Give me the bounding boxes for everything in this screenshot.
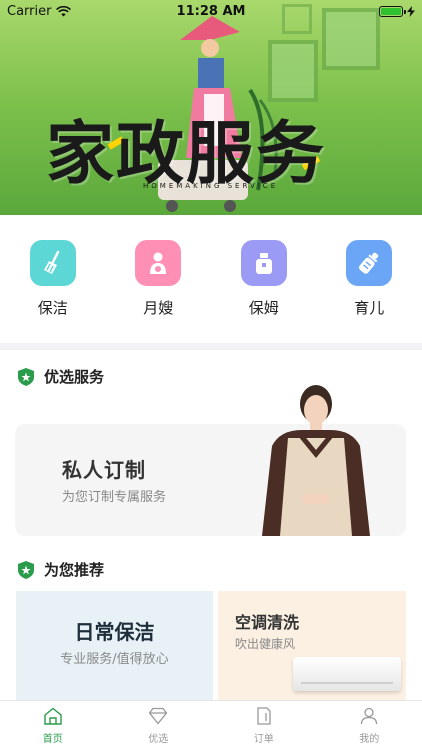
- section-divider: [0, 343, 422, 350]
- housekeeper-icon: [240, 240, 287, 286]
- star-badge-icon: [18, 367, 34, 386]
- category-label: 保姆: [248, 299, 279, 317]
- air-conditioner-image: [293, 657, 401, 691]
- category-row: 保洁 月嫂 保姆 育儿: [0, 215, 422, 343]
- section-title: 为您推荐: [44, 561, 105, 579]
- user-icon: [361, 707, 378, 724]
- category-cleaning[interactable]: 保洁: [8, 240, 98, 318]
- status-bar: Carrier 11:28 AM: [0, 0, 422, 22]
- tab-profile[interactable]: 我的: [329, 707, 409, 745]
- card-subtitle: 专业服务/值得放心: [60, 652, 169, 667]
- baby-bottle-icon: [346, 240, 393, 286]
- banner-subtitle: HOMEMAKING SERVICE: [143, 182, 279, 190]
- category-label: 月嫂: [143, 299, 174, 317]
- category-label: 育儿: [354, 299, 385, 317]
- section-title: 优选服务: [44, 368, 105, 386]
- staff-photo: [262, 385, 370, 536]
- charging-icon: [407, 5, 415, 17]
- category-nanny[interactable]: 保姆: [219, 240, 309, 318]
- tab-label: 首页: [42, 733, 63, 745]
- tab-orders[interactable]: 订单: [224, 706, 304, 745]
- bottom-tab-bar: 首页 优选 订单 我的: [0, 700, 422, 750]
- star-badge-icon: [18, 560, 34, 579]
- category-childcare[interactable]: 育儿: [324, 240, 414, 318]
- tab-featured[interactable]: 优选: [118, 707, 198, 745]
- mother-baby-icon: [135, 240, 182, 286]
- featured-section-header: 优选服务: [18, 366, 104, 387]
- ac-cleaning-card[interactable]: 空调清洗 吹出健康风: [218, 591, 406, 700]
- category-maternity[interactable]: 月嫂: [113, 240, 203, 318]
- card-subtitle: 为您订制专属服务: [62, 490, 167, 505]
- diamond-icon: [148, 707, 168, 725]
- broom-icon: [29, 240, 76, 286]
- carrier-label: Carrier: [7, 3, 52, 19]
- card-title: 空调清洗: [235, 613, 300, 632]
- card-title: 日常保洁: [74, 620, 155, 644]
- custom-service-card[interactable]: 私人订制 为您订制专属服务: [15, 385, 406, 536]
- recommend-section-header: 为您推荐: [18, 559, 104, 580]
- home-banner[interactable]: 家政服务 HOMEMAKING SERVICE: [0, 0, 422, 215]
- tab-home[interactable]: 首页: [13, 707, 93, 745]
- card-subtitle: 吹出健康风: [235, 637, 296, 651]
- home-icon: [44, 707, 62, 725]
- daily-cleaning-card[interactable]: 日常保洁 专业服务/值得放心: [16, 591, 213, 700]
- tab-label: 优选: [148, 733, 169, 745]
- card-title: 私人订制: [62, 458, 146, 482]
- order-icon: [257, 706, 271, 725]
- category-label: 保洁: [37, 299, 68, 317]
- tab-label: 我的: [359, 733, 380, 745]
- battery-icon: [379, 5, 406, 17]
- tab-label: 订单: [253, 733, 274, 745]
- wifi-icon: [56, 5, 72, 16]
